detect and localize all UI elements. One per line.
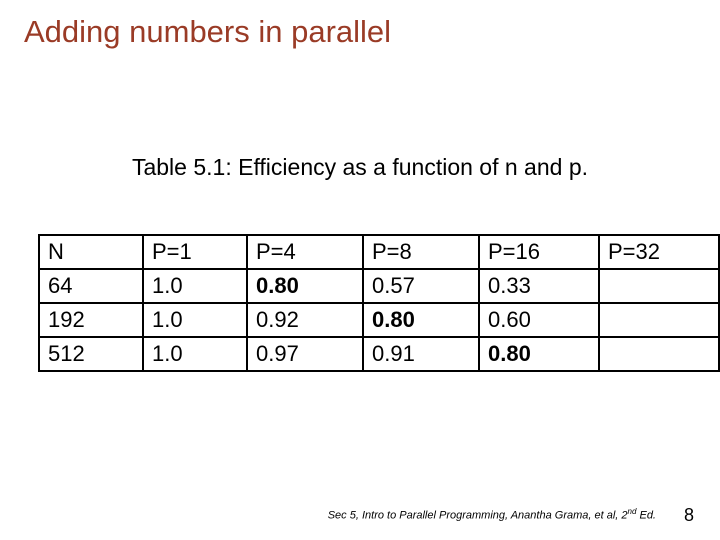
cell-n: 64: [39, 269, 143, 303]
page-number: 8: [684, 505, 694, 526]
citation-suffix: Ed.: [636, 510, 656, 522]
footer-citation: Sec 5, Intro to Parallel Programming, An…: [328, 507, 656, 522]
table-header-row: N P=1 P=4 P=8 P=16 P=32: [39, 235, 719, 269]
cell-p1: 1.0: [143, 269, 247, 303]
cell-p32: [599, 303, 719, 337]
cell-p8: 0.80: [363, 303, 479, 337]
cell-p16: 0.60: [479, 303, 599, 337]
col-header-p32: P=32: [599, 235, 719, 269]
cell-p32: [599, 269, 719, 303]
cell-p8: 0.91: [363, 337, 479, 371]
col-header-p16: P=16: [479, 235, 599, 269]
col-header-n: N: [39, 235, 143, 269]
table-row: 64 1.0 0.80 0.57 0.33: [39, 269, 719, 303]
cell-p4: 0.92: [247, 303, 363, 337]
cell-p32: [599, 337, 719, 371]
col-header-p1: P=1: [143, 235, 247, 269]
cell-p4: 0.80: [247, 269, 363, 303]
table-row: 512 1.0 0.97 0.91 0.80: [39, 337, 719, 371]
col-header-p8: P=8: [363, 235, 479, 269]
cell-p8: 0.57: [363, 269, 479, 303]
cell-n: 192: [39, 303, 143, 337]
efficiency-table: N P=1 P=4 P=8 P=16 P=32 64 1.0 0.80 0.57…: [38, 234, 720, 372]
cell-n: 512: [39, 337, 143, 371]
citation-text: Sec 5, Intro to Parallel Programming, An…: [328, 510, 628, 522]
cell-p16: 0.80: [479, 337, 599, 371]
cell-p1: 1.0: [143, 337, 247, 371]
cell-p4: 0.97: [247, 337, 363, 371]
cell-p1: 1.0: [143, 303, 247, 337]
cell-p16: 0.33: [479, 269, 599, 303]
table-row: 192 1.0 0.92 0.80 0.60: [39, 303, 719, 337]
col-header-p4: P=4: [247, 235, 363, 269]
table-caption: Table 5.1: Efficiency as a function of n…: [0, 154, 720, 181]
slide-title: Adding numbers in parallel: [24, 14, 391, 50]
